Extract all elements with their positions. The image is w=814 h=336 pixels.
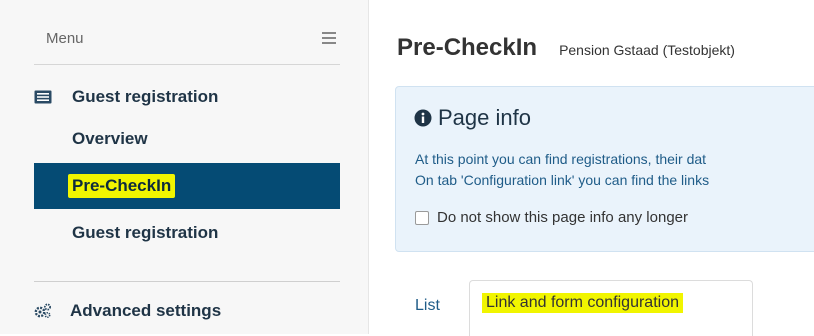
tab-list[interactable]: List [397,286,458,326]
sidebar-item-label: Pre-CheckIn [68,174,176,198]
info-text: At this point you can find registrations… [415,149,709,191]
info-line-2: On tab 'Configuration link' you can find… [415,172,710,188]
sidebar-item-guest-registration[interactable]: Guest registration [34,210,340,256]
page-info-box: Page info At this point you can find reg… [395,86,814,252]
info-icon [414,109,432,127]
section-label: Guest registration [72,87,219,106]
sidebar-divider [34,281,340,282]
info-title: Page info [414,105,531,131]
menu-title: Menu [46,30,84,47]
tab-link-form-configuration[interactable]: Link and form configuration [469,280,753,336]
page-title: Pre-CheckIn [397,34,538,61]
page-subtitle: Pension Gstaad (Testobjekt) [559,42,735,58]
main-content: Pre-CheckIn Pension Gstaad (Testobjekt) … [369,0,814,336]
sidebar-item-pre-checkin[interactable]: Pre-CheckIn [34,163,340,209]
tab-config-label: Link and form configuration [482,293,683,313]
gears-icon [34,303,51,319]
info-title-text: Page info [438,105,531,130]
sidebar-item-advanced-settings[interactable]: Advanced settings [34,296,340,326]
sidebar-item-label: Overview [72,129,148,148]
hide-info-option[interactable]: Do not show this page info any longer [415,209,688,226]
hide-info-checkbox[interactable] [415,210,429,225]
sidebar-item-label: Advanced settings [70,301,222,320]
hide-info-label: Do not show this page info any longer [437,209,688,226]
section-guest-registration[interactable]: Guest registration [34,84,340,110]
menu-header: Menu [34,16,340,65]
tab-list-label: List [415,297,440,314]
sidebar: Menu Guest registration Overview Pre-Che… [0,0,369,334]
info-line-1: At this point you can find registrations… [415,151,707,167]
sidebar-item-label: Guest registration [72,223,219,242]
sidebar-item-overview[interactable]: Overview [34,116,340,162]
list-card-icon [34,90,52,104]
title-row: Pre-CheckIn Pension Gstaad (Testobjekt) [397,34,735,62]
tabs: List Link and form configuration [397,278,814,336]
hamburger-icon[interactable] [322,32,336,44]
